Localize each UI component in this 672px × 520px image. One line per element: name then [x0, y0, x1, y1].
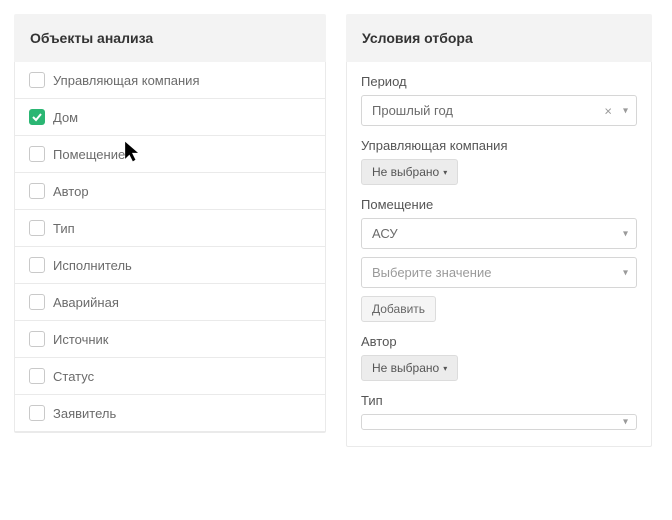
checkbox-icon[interactable] — [29, 183, 45, 199]
object-label: Источник — [53, 332, 109, 347]
object-label: Автор — [53, 184, 89, 199]
object-row-house[interactable]: Дом — [15, 99, 325, 136]
checkbox-icon[interactable] — [29, 257, 45, 273]
select-value: Не выбрано — [372, 361, 439, 375]
object-label: Помещение — [53, 147, 125, 162]
object-row-emergency[interactable]: Аварийная — [15, 284, 325, 321]
chevron-down-icon: ▾ — [623, 417, 628, 428]
checkbox-icon[interactable] — [29, 368, 45, 384]
chevron-down-icon: ▾ — [623, 105, 628, 116]
object-label: Аварийная — [53, 295, 119, 310]
checkbox-icon[interactable] — [29, 294, 45, 310]
button-label: Добавить — [372, 302, 425, 316]
field-label: Помещение — [361, 197, 637, 212]
filter-conditions-body: Период Прошлый год × ▾ Управляющая компа… — [346, 62, 652, 447]
select-value: Не выбрано — [372, 165, 439, 179]
field-type: Тип ▾ — [361, 393, 637, 430]
chevron-down-icon: ▾ — [623, 228, 628, 239]
author-dropdown[interactable]: Не выбрано ▾ — [361, 355, 458, 381]
analysis-objects-title: Объекты анализа — [14, 14, 326, 62]
object-row-type[interactable]: Тип — [15, 210, 325, 247]
chevron-down-icon: ▾ — [443, 168, 447, 177]
field-label: Период — [361, 74, 637, 89]
object-label: Тип — [53, 221, 75, 236]
add-button[interactable]: Добавить — [361, 296, 436, 322]
object-row-status[interactable]: Статус — [15, 358, 325, 395]
period-select[interactable]: Прошлый год × ▾ — [361, 95, 637, 126]
company-dropdown[interactable]: Не выбрано ▾ — [361, 159, 458, 185]
checkbox-icon[interactable] — [29, 146, 45, 162]
object-row-source[interactable]: Источник — [15, 321, 325, 358]
checkbox-icon[interactable] — [29, 220, 45, 236]
object-label: Исполнитель — [53, 258, 132, 273]
analysis-objects-panel: Объекты анализа Управляющая компания Дом… — [14, 14, 326, 447]
select-placeholder: Выберите значение — [372, 265, 491, 280]
select-value: Прошлый год — [372, 103, 453, 118]
clear-icon[interactable]: × — [604, 104, 612, 117]
room-value-select[interactable]: Выберите значение ▾ — [361, 257, 637, 288]
field-label: Автор — [361, 334, 637, 349]
filter-conditions-panel: Условия отбора Период Прошлый год × ▾ Уп… — [346, 14, 652, 447]
select-value: АСУ — [372, 226, 398, 241]
object-row-room[interactable]: Помещение — [15, 136, 325, 173]
object-row-author[interactable]: Автор — [15, 173, 325, 210]
object-label: Заявитель — [53, 406, 116, 421]
field-room: Помещение АСУ ▾ Выберите значение ▾ Доба… — [361, 197, 637, 322]
checkbox-icon[interactable] — [29, 109, 45, 125]
chevron-down-icon: ▾ — [623, 267, 628, 278]
chevron-down-icon: ▾ — [443, 364, 447, 373]
object-row-company[interactable]: Управляющая компания — [15, 62, 325, 99]
field-label: Тип — [361, 393, 637, 408]
object-row-performer[interactable]: Исполнитель — [15, 247, 325, 284]
object-label: Управляющая компания — [53, 73, 200, 88]
analysis-objects-list: Управляющая компания Дом Помещение Автор… — [14, 62, 326, 433]
object-row-applicant[interactable]: Заявитель — [15, 395, 325, 432]
field-author: Автор Не выбрано ▾ — [361, 334, 637, 381]
field-period: Период Прошлый год × ▾ — [361, 74, 637, 126]
checkbox-icon[interactable] — [29, 405, 45, 421]
object-label: Дом — [53, 110, 78, 125]
type-select[interactable]: ▾ — [361, 414, 637, 430]
filter-conditions-title: Условия отбора — [346, 14, 652, 62]
field-company: Управляющая компания Не выбрано ▾ — [361, 138, 637, 185]
object-label: Статус — [53, 369, 94, 384]
field-label: Управляющая компания — [361, 138, 637, 153]
room-type-select[interactable]: АСУ ▾ — [361, 218, 637, 249]
checkbox-icon[interactable] — [29, 331, 45, 347]
checkbox-icon[interactable] — [29, 72, 45, 88]
